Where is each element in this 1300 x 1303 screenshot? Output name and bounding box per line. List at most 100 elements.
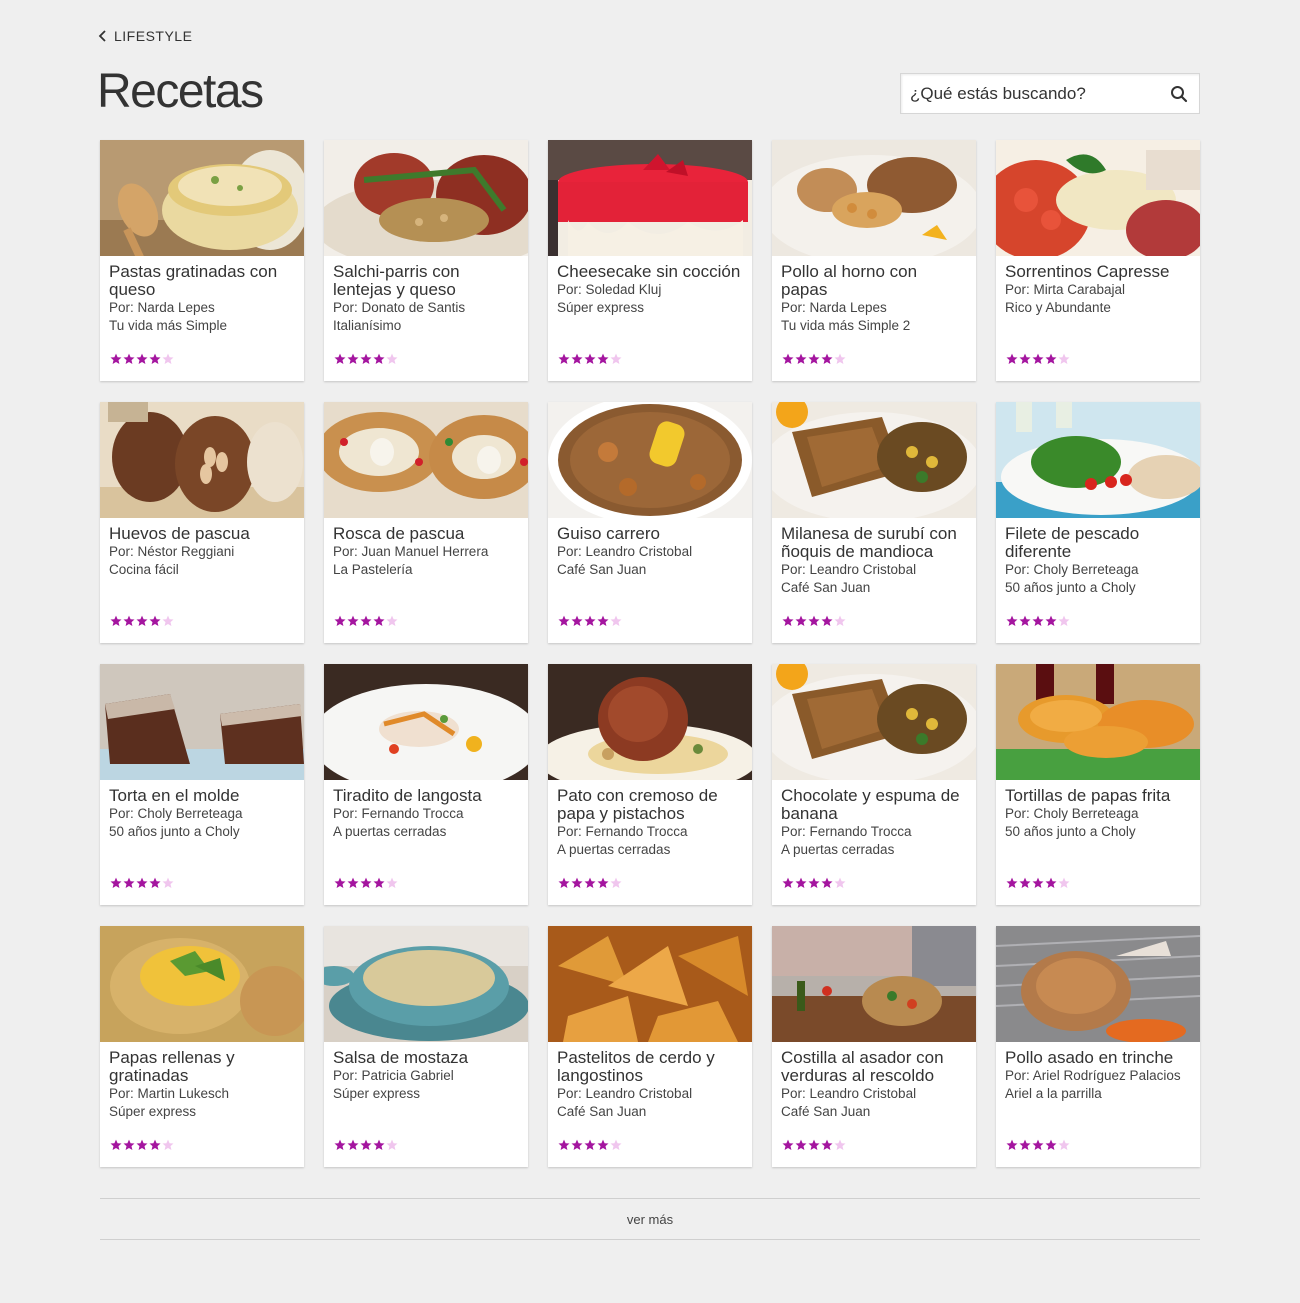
rating-stars bbox=[110, 876, 174, 894]
star-filled-icon bbox=[597, 876, 609, 894]
star-filled-icon bbox=[123, 352, 135, 370]
recipe-title[interactable]: Pato con cremoso de papa y pistachos bbox=[557, 787, 744, 823]
recipe-photo[interactable] bbox=[548, 402, 752, 518]
star-filled-icon bbox=[584, 614, 596, 632]
search-button[interactable] bbox=[1159, 74, 1199, 114]
star-filled-icon bbox=[347, 876, 359, 894]
recipe-title[interactable]: Tiradito de langosta bbox=[333, 787, 520, 805]
recipe-card[interactable]: Rosca de pascua Por: Juan Manuel Herrera… bbox=[324, 402, 528, 643]
recipe-photo[interactable] bbox=[772, 926, 976, 1042]
star-filled-icon bbox=[558, 614, 570, 632]
star-filled-icon bbox=[584, 352, 596, 370]
recipe-card[interactable]: Salchi-parris con lentejas y queso Por: … bbox=[324, 140, 528, 381]
rating-stars bbox=[334, 1138, 398, 1156]
search-icon bbox=[1171, 85, 1188, 102]
star-filled-icon bbox=[1032, 614, 1044, 632]
recipe-card[interactable]: Papas rellenas y gratinadas Por: Martin … bbox=[100, 926, 304, 1167]
breadcrumb-label: LIFESTYLE bbox=[114, 28, 193, 44]
recipe-photo[interactable] bbox=[772, 664, 976, 780]
recipe-title[interactable]: Pollo asado en trinche bbox=[1005, 1049, 1192, 1067]
recipe-card[interactable]: Pastelitos de cerdo y langostinos Por: L… bbox=[548, 926, 752, 1167]
recipe-photo[interactable] bbox=[100, 664, 304, 780]
star-filled-icon bbox=[110, 614, 122, 632]
back-link[interactable]: LIFESTYLE bbox=[98, 28, 192, 44]
recipe-photo[interactable] bbox=[996, 664, 1200, 780]
recipe-title[interactable]: Pollo al horno con papas bbox=[781, 263, 968, 299]
recipe-card[interactable]: Tortillas de papas frita Por: Choly Berr… bbox=[996, 664, 1200, 905]
recipe-card[interactable]: Filete de pescado diferente Por: Choly B… bbox=[996, 402, 1200, 643]
recipe-card[interactable]: Costilla al asador con verduras al resco… bbox=[772, 926, 976, 1167]
recipe-card[interactable]: Huevos de pascua Por: Néstor Reggiani Co… bbox=[100, 402, 304, 643]
recipe-photo[interactable] bbox=[996, 140, 1200, 256]
recipe-card[interactable]: Sorrentinos Capresse Por: Mirta Carabaja… bbox=[996, 140, 1200, 381]
star-empty-icon bbox=[834, 614, 846, 632]
recipe-card[interactable]: Pato con cremoso de papa y pistachos Por… bbox=[548, 664, 752, 905]
recipe-photo[interactable] bbox=[772, 402, 976, 518]
recipe-title[interactable]: Papas rellenas y gratinadas bbox=[109, 1049, 296, 1085]
recipe-card[interactable]: Pollo asado en trinche Por: Ariel Rodríg… bbox=[996, 926, 1200, 1167]
star-filled-icon bbox=[110, 1138, 122, 1156]
recipe-photo[interactable] bbox=[548, 664, 752, 780]
recipe-title[interactable]: Cheesecake sin cocción bbox=[557, 263, 744, 281]
load-more-button[interactable]: ver más bbox=[100, 1198, 1200, 1240]
rating-stars bbox=[110, 614, 174, 632]
recipe-show: Café San Juan bbox=[781, 580, 871, 595]
recipe-photo[interactable] bbox=[772, 140, 976, 256]
recipe-card[interactable]: Tiradito de langosta Por: Fernando Trocc… bbox=[324, 664, 528, 905]
star-filled-icon bbox=[795, 614, 807, 632]
recipe-photo[interactable] bbox=[100, 926, 304, 1042]
recipe-title[interactable]: Rosca de pascua bbox=[333, 525, 520, 543]
recipe-title[interactable]: Costilla al asador con verduras al resco… bbox=[781, 1049, 968, 1085]
recipe-author: Por: Néstor Reggiani bbox=[109, 544, 235, 559]
star-filled-icon bbox=[795, 876, 807, 894]
star-empty-icon bbox=[610, 352, 622, 370]
recipe-photo[interactable] bbox=[324, 664, 528, 780]
recipe-title[interactable]: Filete de pescado diferente bbox=[1005, 525, 1192, 561]
recipe-title[interactable]: Salchi-parris con lentejas y queso bbox=[333, 263, 520, 299]
recipe-title[interactable]: Pastelitos de cerdo y langostinos bbox=[557, 1049, 744, 1085]
recipe-author: Por: Fernando Trocca bbox=[333, 806, 464, 821]
recipe-card[interactable]: Chocolate y espuma de banana Por: Fernan… bbox=[772, 664, 976, 905]
recipe-photo[interactable] bbox=[996, 926, 1200, 1042]
recipe-title[interactable]: Tortillas de papas frita bbox=[1005, 787, 1192, 805]
recipe-title[interactable]: Sorrentinos Capresse bbox=[1005, 263, 1192, 281]
star-filled-icon bbox=[1006, 614, 1018, 632]
star-filled-icon bbox=[795, 1138, 807, 1156]
recipe-photo[interactable] bbox=[324, 926, 528, 1042]
recipe-author: Por: Fernando Trocca bbox=[557, 824, 688, 839]
recipe-photo[interactable] bbox=[548, 926, 752, 1042]
recipe-card[interactable]: Cheesecake sin cocción Por: Soledad Kluj… bbox=[548, 140, 752, 381]
rating-stars bbox=[558, 614, 622, 632]
recipe-title[interactable]: Pastas gratinadas con queso bbox=[109, 263, 296, 299]
recipe-photo[interactable] bbox=[100, 402, 304, 518]
recipe-author: Por: Leandro Cristobal bbox=[781, 562, 917, 577]
recipe-title[interactable]: Guiso carrero bbox=[557, 525, 744, 543]
search-input[interactable] bbox=[901, 74, 1159, 113]
recipe-show: A puertas cerradas bbox=[557, 842, 671, 857]
recipe-card[interactable]: Guiso carrero Por: Leandro Cristobal Caf… bbox=[548, 402, 752, 643]
star-filled-icon bbox=[373, 614, 385, 632]
star-filled-icon bbox=[558, 352, 570, 370]
star-empty-icon bbox=[1058, 352, 1070, 370]
recipe-photo[interactable] bbox=[324, 402, 528, 518]
recipe-card[interactable]: Pastas gratinadas con queso Por: Narda L… bbox=[100, 140, 304, 381]
recipe-title[interactable]: Huevos de pascua bbox=[109, 525, 296, 543]
recipe-photo[interactable] bbox=[548, 140, 752, 256]
recipe-photo[interactable] bbox=[324, 140, 528, 256]
rating-stars bbox=[782, 1138, 846, 1156]
recipe-title[interactable]: Torta en el molde bbox=[109, 787, 296, 805]
recipe-title[interactable]: Milanesa de surubí con ñoquis de mandioc… bbox=[781, 525, 968, 561]
recipe-card[interactable]: Pollo al horno con papas Por: Narda Lepe… bbox=[772, 140, 976, 381]
star-filled-icon bbox=[136, 876, 148, 894]
recipe-author: Por: Donato de Santis bbox=[333, 300, 466, 315]
recipe-title[interactable]: Salsa de mostaza bbox=[333, 1049, 520, 1067]
recipe-card[interactable]: Milanesa de surubí con ñoquis de mandioc… bbox=[772, 402, 976, 643]
recipe-card[interactable]: Torta en el molde Por: Choly Berreteaga … bbox=[100, 664, 304, 905]
star-filled-icon bbox=[123, 614, 135, 632]
recipe-show: Cocina fácil bbox=[109, 562, 179, 577]
recipe-photo[interactable] bbox=[996, 402, 1200, 518]
recipe-photo[interactable] bbox=[100, 140, 304, 256]
recipe-title[interactable]: Chocolate y espuma de banana bbox=[781, 787, 968, 823]
star-empty-icon bbox=[610, 1138, 622, 1156]
recipe-card[interactable]: Salsa de mostaza Por: Patricia Gabriel S… bbox=[324, 926, 528, 1167]
